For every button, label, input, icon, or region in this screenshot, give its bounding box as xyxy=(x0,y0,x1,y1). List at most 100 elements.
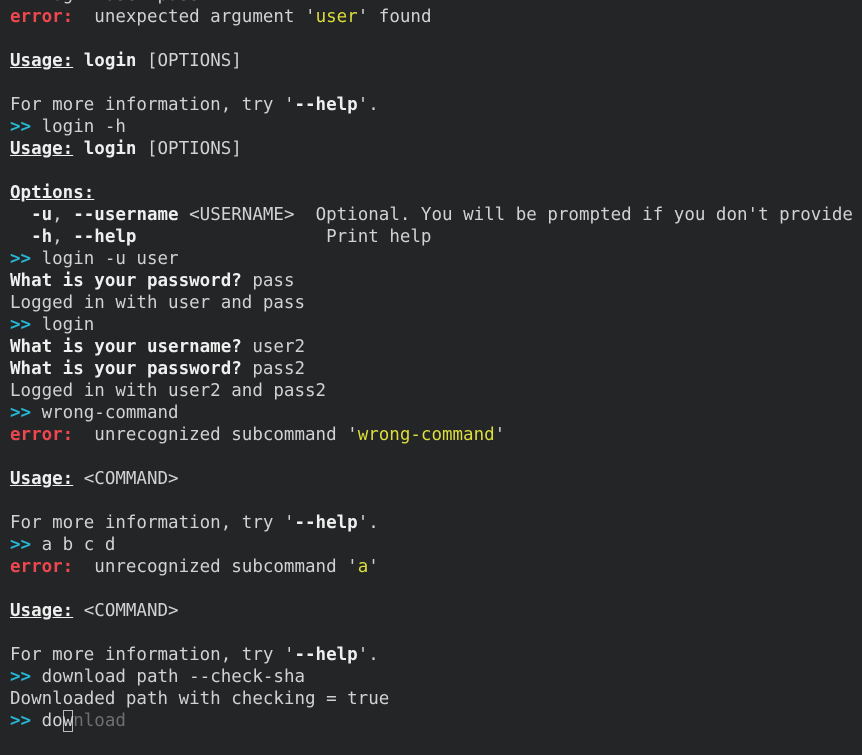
section-heading: Options: xyxy=(10,183,95,203)
terminal-line: For more information, try '--help'. xyxy=(10,94,862,116)
text-segment: pass xyxy=(241,271,295,291)
prompt-symbol: >> xyxy=(10,249,32,269)
terminal-line: >> wrong-command xyxy=(10,402,862,424)
terminal-window[interactable]: >> login user pass error: unexpected argu… xyxy=(0,0,862,755)
terminal-line: For more information, try '--help'. xyxy=(10,512,862,534)
terminal-line: What is your username? user2 xyxy=(10,336,862,358)
terminal-line: Usage: <COMMAND> xyxy=(10,468,862,490)
literal-token: a xyxy=(357,557,369,577)
text-cursor: w xyxy=(62,711,74,731)
terminal-line: Usage: login [OPTIONS] xyxy=(10,50,862,72)
terminal-input-line[interactable]: >> download xyxy=(10,710,862,732)
text-segment: login -h xyxy=(31,117,126,137)
text-segment: Logged in with user and pass xyxy=(10,293,306,313)
text-segment: unrecognized subcommand xyxy=(73,557,348,577)
text-segment: user2 xyxy=(241,337,306,357)
text-segment: ' xyxy=(347,557,358,577)
literal-token: user xyxy=(315,7,358,27)
terminal-line: What is your password? pass xyxy=(10,270,862,292)
text-segment: , xyxy=(52,227,74,247)
terminal-line: >> login xyxy=(10,314,862,336)
text-segment: For more information, try xyxy=(10,645,284,665)
emphasized-token: --username xyxy=(73,205,179,225)
terminal-line: What is your password? pass2 xyxy=(10,358,862,380)
text-segment: wrong-command xyxy=(31,403,179,423)
emphasized-token: What is your password? xyxy=(10,359,242,379)
emphasized-token: --help xyxy=(294,645,358,665)
text-segment: login -u user xyxy=(31,249,179,269)
text-segment: ' xyxy=(357,7,369,27)
text-segment: <COMMAND> xyxy=(73,469,179,489)
text-segment: unrecognized subcommand xyxy=(73,425,348,445)
text-segment: ' xyxy=(283,95,295,115)
error-label: error: xyxy=(10,425,74,445)
terminal-line: For more information, try '--help'. xyxy=(10,644,862,666)
text-segment: <USERNAME> xyxy=(178,205,295,225)
prompt-symbol: >> xyxy=(10,535,32,555)
error-label: error: xyxy=(10,557,74,577)
section-heading: Usage: xyxy=(10,51,74,71)
terminal-line: error: unrecognized subcommand 'a' xyxy=(10,556,862,578)
emphasized-token: --help xyxy=(294,513,358,533)
section-heading: Usage: xyxy=(10,601,74,621)
terminal-line: -h, --help Print help xyxy=(10,226,862,248)
terminal-line: >> a b c d xyxy=(10,534,862,556)
emphasized-token: --help xyxy=(73,227,137,247)
text-segment: [OPTIONS] xyxy=(136,51,242,71)
terminal-line: Usage: login [OPTIONS] xyxy=(10,138,862,160)
emphasized-token: What is your username? xyxy=(10,337,242,357)
section-heading: Usage: xyxy=(10,469,74,489)
error-label: error: xyxy=(10,7,74,27)
text-segment: For more information, try xyxy=(10,513,284,533)
text-segment: Downloaded path with checking = true xyxy=(10,689,390,709)
prompt-symbol: >> xyxy=(10,667,32,687)
terminal-line: error: unrecognized subcommand 'wrong-co… xyxy=(10,424,862,446)
text-segment: '. xyxy=(357,513,379,533)
terminal-line: Logged in with user2 and pass2 xyxy=(10,380,862,402)
text-segment xyxy=(10,227,31,247)
text-segment: do xyxy=(31,711,63,731)
prompt-symbol: >> xyxy=(10,711,32,731)
text-segment: login user pass xyxy=(31,0,200,5)
text-segment xyxy=(10,205,31,225)
emphasized-token: --help xyxy=(294,95,358,115)
text-segment: <COMMAND> xyxy=(73,601,179,621)
text-segment: Logged in with user2 and pass2 xyxy=(10,381,327,401)
text-segment: , xyxy=(52,205,74,225)
terminal-line: >> download path --check-sha xyxy=(10,666,862,688)
prompt-symbol: >> xyxy=(10,117,32,137)
emphasized-token: login xyxy=(83,51,137,71)
text-segment: ' xyxy=(494,425,506,445)
terminal-line: Options: xyxy=(10,182,862,204)
section-heading: Usage: xyxy=(10,139,74,159)
text-segment: ' xyxy=(283,513,295,533)
text-segment: a b c d xyxy=(31,535,116,555)
terminal-line: >> login -u user xyxy=(10,248,862,270)
terminal-line: Usage: <COMMAND> xyxy=(10,600,862,622)
text-segment: Optional. You will be prompted if you do… xyxy=(294,205,862,225)
terminal-line: Downloaded path with checking = true xyxy=(10,688,862,710)
text-segment: ' xyxy=(283,645,295,665)
text-segment: ' xyxy=(347,425,358,445)
text-segment: '. xyxy=(357,645,379,665)
text-segment xyxy=(73,139,84,159)
terminal-line: -u, --username <USERNAME> Optional. You … xyxy=(10,204,862,226)
text-segment: unexpected argument xyxy=(73,7,306,27)
text-segment: '. xyxy=(357,95,379,115)
prompt-symbol: >> xyxy=(10,315,32,335)
literal-token: wrong-command xyxy=(357,425,495,445)
text-segment: Print help xyxy=(136,227,432,247)
text-segment: ' xyxy=(368,557,379,577)
emphasized-token: -u xyxy=(31,205,53,225)
text-segment: download path --check-sha xyxy=(31,667,306,687)
text-segment: login xyxy=(31,315,95,335)
emphasized-token: -h xyxy=(31,227,53,247)
text-segment: pass2 xyxy=(241,359,306,379)
